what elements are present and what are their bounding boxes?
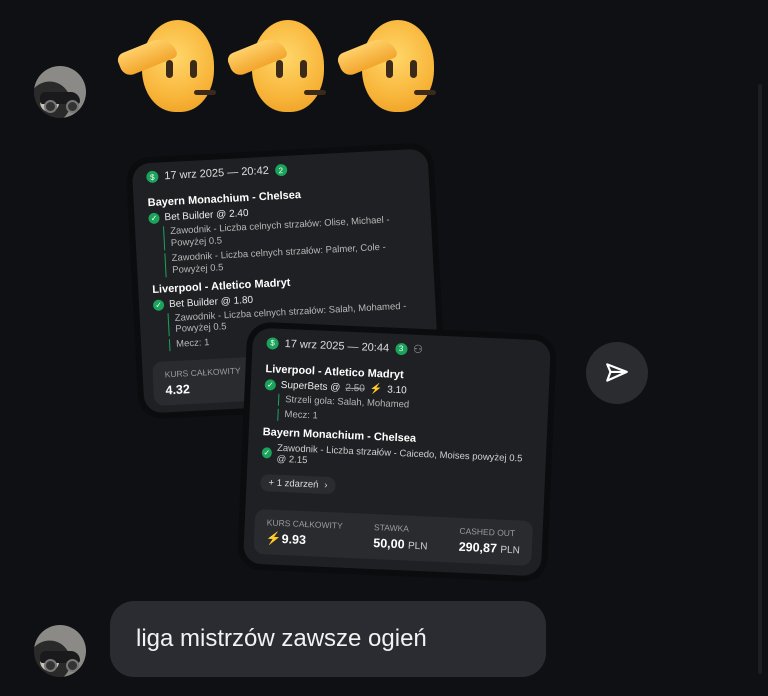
stake-currency: PLN [407,540,428,553]
people-icon: ⚇ [412,343,424,357]
bet-label: Bet Builder @ 1.80 [168,294,254,310]
check-icon: ✓ [264,379,277,391]
event-count-badge: 3 [394,342,408,355]
boosted-odds: 3.10 [387,384,407,397]
emoji-message[interactable] [115,14,436,114]
share-button[interactable] [586,342,648,404]
stake-label: STAWKA [373,521,410,534]
bet-label: SuperBets @ [280,379,341,394]
check-icon: ✓ [152,298,165,311]
total-odds-label: KURS CAŁKOWITY [164,365,241,380]
lightning-icon: ⚡ [369,383,383,396]
more-events-label: + 1 zdarzeń [268,477,319,491]
stake-value: 50,00 [373,535,405,552]
message-text: liga mistrzów zawsze ogień [136,625,427,652]
event-count-badge: 2 [274,163,288,177]
cashout-label: CASHED OUT [459,525,516,538]
cashout-value: 290,87 [458,539,498,556]
chevron-right-icon: › [324,479,328,491]
saluting-face-emoji [335,14,436,114]
scrollbar[interactable] [758,84,762,674]
saluting-face-emoji [115,14,216,114]
cashout-currency: PLN [500,544,521,557]
bet-date: 17 wrz 2025 — 20:42 [164,164,270,183]
old-odds: 2.50 [345,382,366,395]
total-odds-value: 4.32 [165,382,191,398]
paper-plane-icon [606,363,628,382]
check-icon: ✓ [261,447,273,459]
ticket-icon: $ [146,170,159,184]
ticket-icon: $ [266,336,279,350]
bet-slip-image-front[interactable]: $ 17 wrz 2025 — 20:44 3 ⚇ Liverpool - At… [242,327,552,577]
total-odds-label: KURS CAŁKOWITY [266,517,344,531]
total-odds-value: 9.93 [281,531,307,547]
more-events-button[interactable]: + 1 zdarzeń › [260,473,336,495]
bet-slip-header: $ 17 wrz 2025 — 20:44 3 ⚇ [252,328,551,370]
avatar[interactable] [34,625,86,677]
check-icon: ✓ [148,212,160,225]
bet-date: 17 wrz 2025 — 20:44 [284,337,390,355]
lightning-icon: ⚡ [265,531,282,546]
saluting-face-emoji [225,14,326,114]
message-bubble[interactable]: liga mistrzów zawsze ogień [110,601,546,677]
bet-summary: KURS CAŁKOWITY ⚡9.93 STAWKA 50,00 PLN CA… [253,508,534,566]
avatar[interactable] [34,66,86,118]
bet-label: Bet Builder @ 2.40 [164,207,249,224]
